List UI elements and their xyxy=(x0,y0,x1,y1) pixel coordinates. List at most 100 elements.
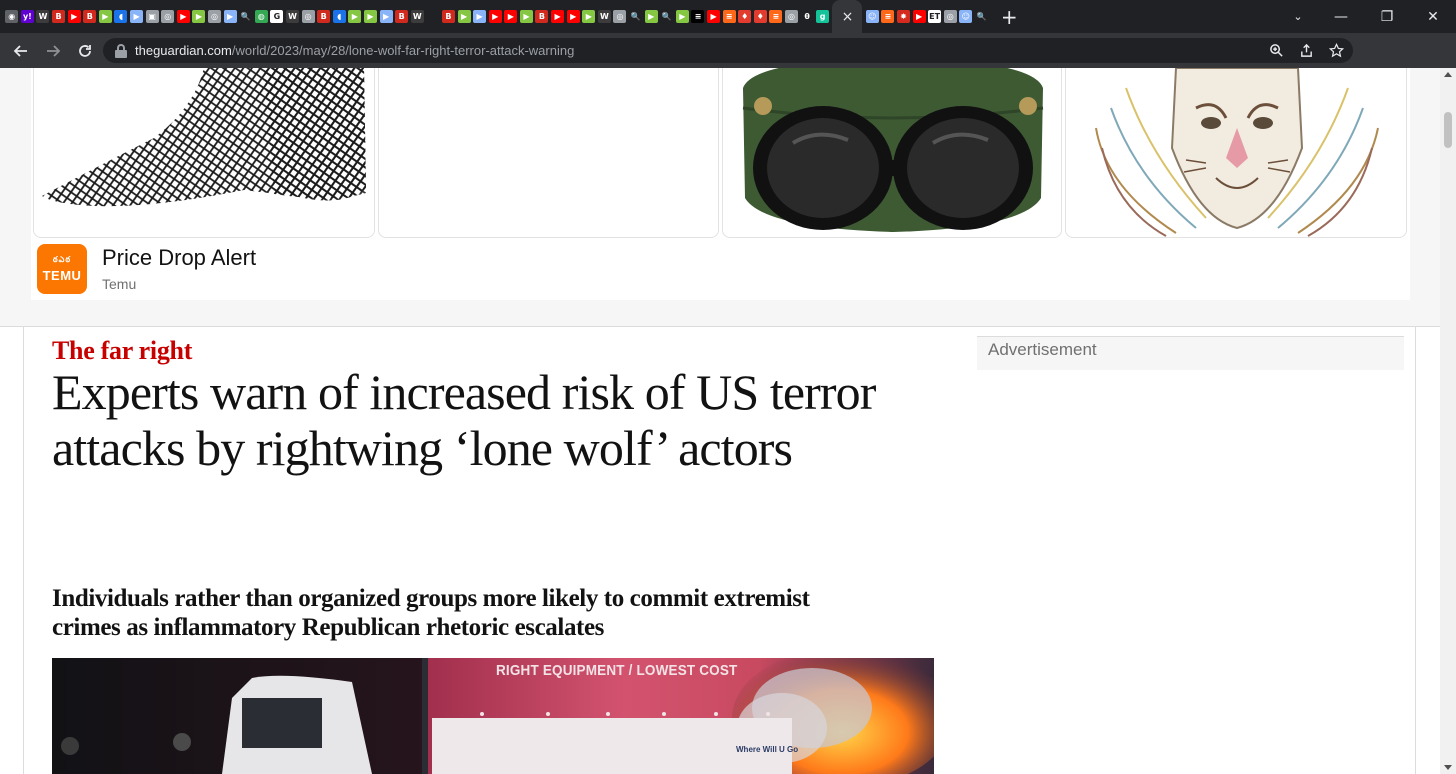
close-tab-icon[interactable]: × xyxy=(842,9,854,25)
scroll-thumb[interactable] xyxy=(1444,112,1452,148)
scroll-down-arrow-icon[interactable] xyxy=(1444,765,1452,770)
hero-truck-text: Where Will U Go xyxy=(736,745,799,754)
tab-12[interactable]: ▶ xyxy=(191,0,207,33)
youtube-icon: ▶ xyxy=(504,10,518,23)
lock-icon[interactable] xyxy=(115,43,127,58)
tab-20[interactable]: B xyxy=(316,0,332,33)
tab-50[interactable]: ◎ xyxy=(784,0,800,33)
bookmark-star-button[interactable] xyxy=(1327,42,1345,60)
tab-5[interactable]: B xyxy=(82,0,98,33)
address-bar[interactable]: theguardian.com/world/2023/may/28/lone-w… xyxy=(103,38,1353,63)
tab-18[interactable]: W xyxy=(285,0,301,33)
tab-38[interactable]: W xyxy=(597,0,613,33)
tab-42[interactable]: 🔍 xyxy=(659,0,675,33)
ad-product-image-goggle-hat[interactable] xyxy=(722,68,1062,238)
close-window-button[interactable]: ✕ xyxy=(1410,0,1456,33)
hero-sign-text: RIGHT EQUIPMENT / LOWEST COST xyxy=(496,662,738,679)
business-insider-icon: B xyxy=(83,10,97,23)
tab-6[interactable]: ▶ xyxy=(98,0,114,33)
tab-46[interactable]: ≡ xyxy=(721,0,737,33)
tab-27[interactable] xyxy=(425,0,441,33)
tab-15[interactable]: 🔍 xyxy=(238,0,254,33)
tab-after-7[interactable]: 🔍 xyxy=(974,0,990,33)
restore-button[interactable]: ❐ xyxy=(1364,0,1410,33)
temu-logo-text: TEMU xyxy=(42,268,82,283)
column-border-left xyxy=(23,327,24,774)
ad-product-image-mesh[interactable] xyxy=(33,68,375,238)
tab-0[interactable]: ◉ xyxy=(4,0,20,33)
tab-7[interactable]: ◖ xyxy=(113,0,129,33)
temu-ad-card[interactable]: ఠఎఠ TEMU Price Drop Alert Temu xyxy=(31,68,1410,300)
minimize-button[interactable]: — xyxy=(1318,0,1364,33)
tab-10[interactable]: ◎ xyxy=(160,0,176,33)
tab-11[interactable]: ▶ xyxy=(176,0,192,33)
tab-17[interactable]: G xyxy=(269,0,285,33)
scroll-up-arrow-icon[interactable] xyxy=(1444,72,1452,77)
tab-43[interactable]: ▶ xyxy=(675,0,691,33)
tab-21[interactable]: ◖ xyxy=(331,0,347,33)
tab-30[interactable]: ▶ xyxy=(472,0,488,33)
forward-button[interactable] xyxy=(38,36,68,66)
tab-28[interactable]: B xyxy=(441,0,457,33)
ad-title[interactable]: Price Drop Alert xyxy=(102,245,256,271)
share-button[interactable] xyxy=(1297,42,1315,60)
tab-16[interactable]: ◍ xyxy=(254,0,270,33)
tab-19[interactable]: ◎ xyxy=(300,0,316,33)
tab-39[interactable]: ◎ xyxy=(612,0,628,33)
tab-35[interactable]: ▶ xyxy=(550,0,566,33)
tab-40[interactable]: 🔍 xyxy=(628,0,644,33)
tab-after-4[interactable]: ET xyxy=(927,0,943,33)
tab-2[interactable]: W xyxy=(35,0,51,33)
page-scrollbar[interactable] xyxy=(1440,68,1456,774)
tab-52[interactable]: g xyxy=(815,0,831,33)
rumble-icon: ▶ xyxy=(644,10,658,23)
tab-23[interactable]: ▶ xyxy=(363,0,379,33)
tab-32[interactable]: ▶ xyxy=(503,0,519,33)
tab-1[interactable]: y! xyxy=(20,0,36,33)
tab-24[interactable]: ▶ xyxy=(378,0,394,33)
tab-25[interactable]: B xyxy=(394,0,410,33)
tab-29[interactable]: ▶ xyxy=(456,0,472,33)
reload-button[interactable] xyxy=(70,36,100,66)
tab-3[interactable]: B xyxy=(51,0,67,33)
article-hero-image[interactable]: RIGHT EQUIPMENT / LOWEST COST Where Will… xyxy=(52,658,934,774)
tab-active[interactable]: × xyxy=(832,0,863,33)
tab-after-0[interactable]: ☺ xyxy=(864,0,880,33)
tab-after-3[interactable]: ▶ xyxy=(911,0,927,33)
zoom-button[interactable] xyxy=(1267,42,1285,60)
tab-search-button[interactable]: ⌄ xyxy=(1278,0,1318,33)
tab-36[interactable]: ▶ xyxy=(565,0,581,33)
tab-22[interactable]: ▶ xyxy=(347,0,363,33)
bookmark-icon: ▶ xyxy=(130,10,144,23)
ad-brand[interactable]: Temu xyxy=(102,276,136,292)
temu-logo[interactable]: ఠఎఠ TEMU xyxy=(37,244,87,294)
tab-4[interactable]: ▶ xyxy=(66,0,82,33)
tab-34[interactable]: B xyxy=(534,0,550,33)
tab-33[interactable]: ▶ xyxy=(519,0,535,33)
url-text[interactable]: theguardian.com/world/2023/may/28/lone-w… xyxy=(135,43,574,58)
tab-49[interactable]: ≡ xyxy=(768,0,784,33)
tab-45[interactable]: ▶ xyxy=(706,0,722,33)
tab-after-5[interactable]: ◎ xyxy=(942,0,958,33)
tab-47[interactable]: ♦ xyxy=(737,0,753,33)
tab-14[interactable]: ▶ xyxy=(222,0,238,33)
tab-31[interactable]: ▶ xyxy=(487,0,503,33)
back-button[interactable] xyxy=(6,36,36,66)
tab-51[interactable]: θ xyxy=(799,0,815,33)
tab-after-1[interactable]: ≡ xyxy=(880,0,896,33)
tab-9[interactable]: ▣ xyxy=(144,0,160,33)
tab-8[interactable]: ▶ xyxy=(129,0,145,33)
tab-after-6[interactable]: ☺ xyxy=(958,0,974,33)
tab-48[interactable]: ♦ xyxy=(753,0,769,33)
tab-44[interactable]: ≡ xyxy=(690,0,706,33)
tab-37[interactable]: ▶ xyxy=(581,0,597,33)
tab-13[interactable]: ◎ xyxy=(207,0,223,33)
section-kicker[interactable]: The far right xyxy=(52,336,192,366)
tab-after-2[interactable]: ✸ xyxy=(896,0,912,33)
tab-41[interactable]: ▶ xyxy=(643,0,659,33)
ad-product-image-lion[interactable] xyxy=(1065,68,1407,238)
window-controls: ⌄ — ❐ ✕ xyxy=(1278,0,1456,33)
ad-product-image-blank[interactable] xyxy=(378,68,719,238)
new-tab-button[interactable]: + xyxy=(995,0,1023,33)
tab-26[interactable]: W xyxy=(409,0,425,33)
